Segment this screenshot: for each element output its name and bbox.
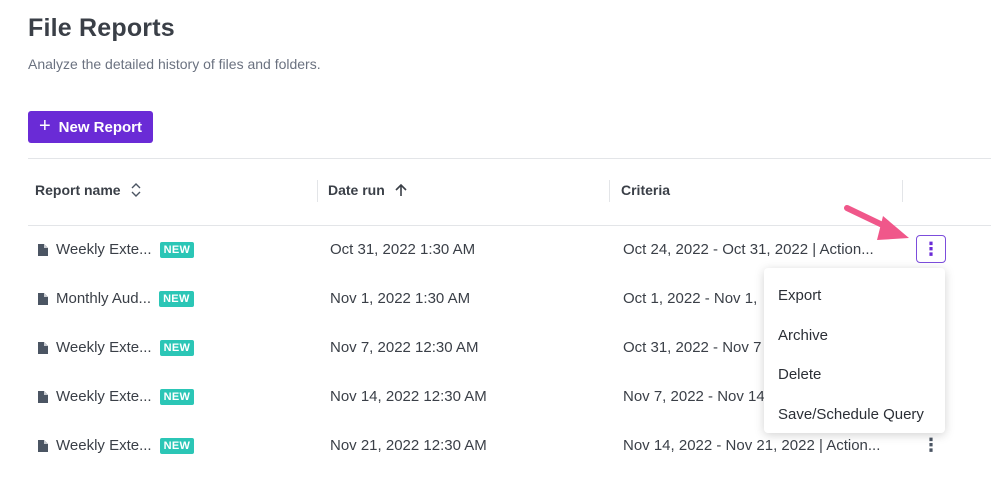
new-badge: NEW	[159, 290, 194, 307]
file-icon	[38, 292, 48, 305]
sort-icon	[131, 183, 141, 197]
table-top-divider	[28, 158, 991, 159]
file-icon	[38, 439, 48, 452]
date-run-cell: Nov 21, 2022 12:30 AM	[330, 437, 487, 454]
report-name-cell: Weekly Exte... NEW	[38, 225, 195, 274]
date-run-cell: Oct 31, 2022 1:30 AM	[330, 241, 476, 258]
report-name-cell: Weekly Exte... NEW	[38, 421, 195, 470]
column-separator	[609, 180, 610, 202]
column-header-report-name[interactable]: Report name	[35, 182, 141, 198]
row-actions-menu: Export Archive Delete Save/Schedule Quer…	[764, 268, 945, 433]
column-header-date-run[interactable]: Date run	[328, 182, 407, 198]
arrow-up-icon	[395, 183, 407, 196]
criteria-cell: Nov 7, 2022 - Nov 14	[623, 388, 765, 405]
column-header-label: Date run	[328, 182, 385, 198]
report-name[interactable]: Weekly Exte...	[56, 437, 152, 454]
file-icon	[38, 341, 48, 354]
report-name-cell: Weekly Exte... NEW	[38, 372, 195, 421]
plus-icon: +	[38, 115, 51, 137]
file-icon	[38, 243, 48, 256]
menu-item-save-schedule-query[interactable]: Save/Schedule Query	[764, 395, 945, 435]
page-title: File Reports	[28, 14, 175, 42]
date-run-cell: Nov 1, 2022 1:30 AM	[330, 290, 471, 307]
report-name[interactable]: Weekly Exte...	[56, 241, 152, 258]
report-name-cell: Weekly Exte... NEW	[38, 323, 195, 372]
column-header-label: Criteria	[621, 182, 671, 198]
row-actions-button[interactable]: ⋮	[916, 235, 946, 263]
report-name[interactable]: Weekly Exte...	[56, 339, 152, 356]
report-name[interactable]: Monthly Aud...	[56, 290, 151, 307]
column-separator	[902, 180, 903, 202]
report-name[interactable]: Weekly Exte...	[56, 388, 152, 405]
criteria-cell: Oct 31, 2022 - Nov 7	[623, 339, 762, 356]
new-report-button[interactable]: + New Report	[28, 111, 153, 143]
menu-item-export[interactable]: Export	[764, 276, 945, 316]
column-header-label: Report name	[35, 182, 121, 198]
menu-item-archive[interactable]: Archive	[764, 316, 945, 356]
date-run-cell: Nov 7, 2022 12:30 AM	[330, 339, 479, 356]
menu-item-delete[interactable]: Delete	[764, 355, 945, 395]
page-subtitle: Analyze the detailed history of files an…	[28, 56, 321, 72]
row-actions-button[interactable]: ⋮	[916, 431, 946, 459]
kebab-icon: ⋮	[922, 238, 940, 259]
criteria-cell: Oct 24, 2022 - Oct 31, 2022 | Action...	[623, 241, 874, 258]
new-badge: NEW	[159, 339, 195, 356]
file-icon	[38, 390, 48, 403]
new-badge: NEW	[159, 437, 195, 454]
new-badge: NEW	[159, 241, 195, 258]
new-badge: NEW	[159, 388, 195, 405]
criteria-cell: Oct 1, 2022 - Nov 1,	[623, 290, 758, 307]
date-run-cell: Nov 14, 2022 12:30 AM	[330, 388, 487, 405]
kebab-icon: ⋮	[922, 434, 940, 455]
new-report-label: New Report	[58, 118, 143, 136]
annotation-arrow-icon	[844, 205, 909, 240]
column-header-criteria[interactable]: Criteria	[621, 182, 670, 198]
column-separator	[317, 180, 318, 202]
report-name-cell: Monthly Aud... NEW	[38, 274, 194, 323]
